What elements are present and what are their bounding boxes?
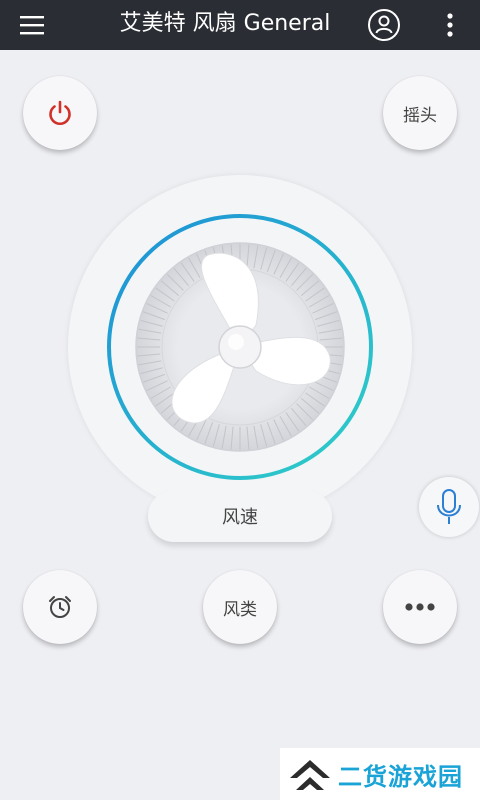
more-horizontal-icon [405, 603, 435, 611]
user-account-icon[interactable] [366, 7, 402, 43]
speed-button[interactable]: 风速 [148, 490, 332, 542]
watermark-text: 二货游戏园 [338, 762, 463, 791]
fan-icon [107, 214, 373, 480]
power-icon [49, 100, 71, 125]
oscillate-label: 摇头 [403, 105, 437, 126]
timer-button[interactable] [23, 570, 97, 644]
watermark: 二货游戏园 [280, 748, 480, 800]
double-chevron-logo [290, 760, 330, 790]
page-title: 艾美特 风扇 General [119, 11, 331, 36]
more-vertical-icon[interactable] [434, 9, 466, 41]
hamburger-menu-icon[interactable] [18, 11, 46, 39]
mode-label: 风类 [223, 599, 257, 620]
power-button[interactable] [23, 76, 97, 150]
mode-button[interactable]: 风类 [203, 570, 277, 644]
microphone-icon [437, 489, 461, 524]
more-options-button[interactable] [383, 570, 457, 644]
oscillate-button[interactable]: 摇头 [383, 76, 457, 150]
speed-label: 风速 [222, 507, 258, 528]
microphone-button[interactable] [419, 477, 479, 537]
fan-display [68, 175, 412, 519]
alarm-clock-icon [49, 596, 71, 618]
app-bar: 艾美特 风扇 General [0, 0, 480, 50]
